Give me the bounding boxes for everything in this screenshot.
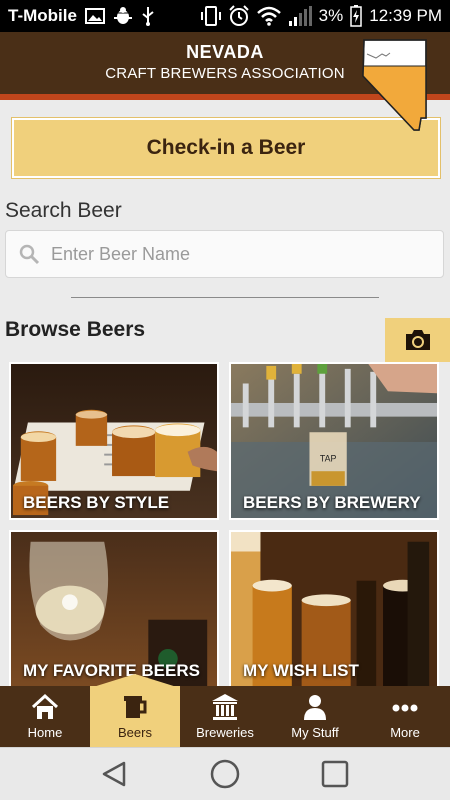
carrier-name: T-Mobile	[8, 6, 77, 25]
divider	[71, 297, 379, 298]
tab-more[interactable]: More	[360, 686, 450, 747]
camera-button[interactable]	[385, 318, 450, 362]
battery-percent: 3%	[318, 6, 344, 25]
nevada-state-logo	[362, 39, 427, 131]
svg-text:TAP: TAP	[320, 453, 337, 463]
back-icon	[102, 761, 126, 787]
browse-title: Browse Beers	[5, 318, 146, 341]
tab-label: My Stuff	[291, 725, 339, 740]
active-tab-notch	[90, 674, 180, 688]
search-input[interactable]	[51, 243, 421, 265]
building-icon	[212, 694, 238, 720]
back-button[interactable]	[95, 754, 135, 794]
home-icon	[31, 693, 59, 719]
tile-label: BEERS BY BREWERY	[243, 493, 421, 512]
my-favorite-beers-tile[interactable]: MY FAVORITE BEERS	[9, 530, 219, 688]
usb-icon	[142, 7, 154, 26]
alarm-icon	[228, 5, 249, 26]
tab-breweries[interactable]: Breweries	[180, 686, 270, 747]
tab-label: More	[390, 725, 420, 740]
bug-icon	[113, 7, 132, 24]
vibrate-icon	[200, 6, 221, 26]
clock: 12:39 PM	[369, 6, 442, 25]
search-icon	[19, 244, 40, 265]
status-bar: T-Mobile 3% 12:39 PM	[0, 0, 450, 32]
battery-icon	[350, 5, 362, 27]
more-icon	[392, 704, 418, 712]
tab-label: Beers	[118, 725, 152, 740]
tab-my-stuff[interactable]: My Stuff	[270, 686, 360, 747]
tab-label: Home	[27, 725, 63, 740]
tab-beers[interactable]: Beers	[90, 674, 180, 747]
tab-label: Breweries	[196, 725, 254, 740]
image-icon	[84, 8, 105, 24]
system-nav-bar	[0, 747, 450, 800]
beer-mug-icon	[124, 696, 147, 718]
user-icon	[304, 695, 326, 720]
tile-label: BEERS BY STYLE	[23, 493, 170, 512]
bottom-tab-bar: Home Beers Breweries My Stuff More	[0, 674, 450, 747]
wifi-icon	[256, 6, 281, 26]
my-wish-list-tile[interactable]: MY WISH LIST	[229, 530, 439, 688]
beers-by-style-tile[interactable]: BEERS BY STYLE	[9, 362, 219, 520]
search-label: Search Beer	[5, 199, 122, 222]
beers-by-brewery-tile[interactable]: TAP BEERS BY BREWERY	[229, 362, 439, 520]
home-nav-button[interactable]	[205, 754, 245, 794]
recents-button[interactable]	[315, 754, 355, 794]
search-box[interactable]	[5, 230, 444, 278]
tab-home[interactable]: Home	[0, 686, 90, 747]
camera-icon	[405, 330, 430, 350]
tile-label: MY WISH LIST	[243, 661, 359, 680]
recents-icon	[321, 760, 349, 788]
signal-icon	[288, 6, 312, 26]
home-circle-icon	[210, 759, 240, 789]
